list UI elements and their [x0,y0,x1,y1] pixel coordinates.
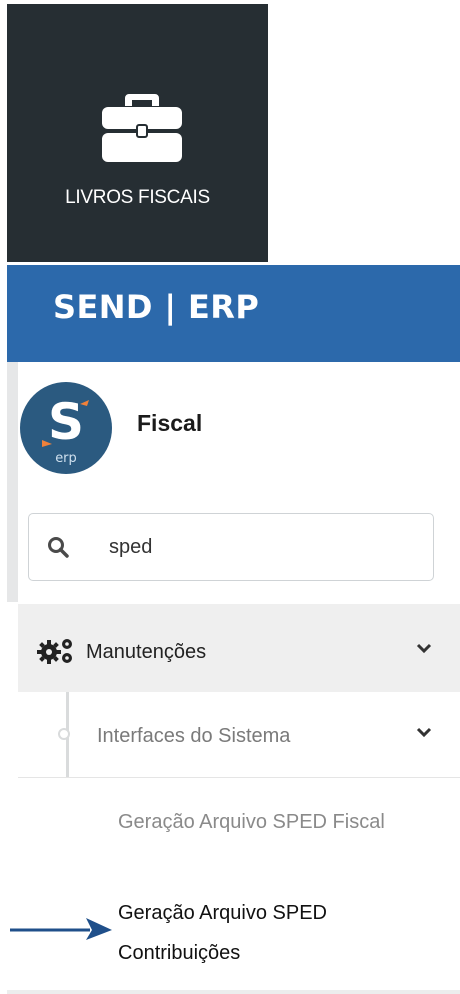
search-icon [48,537,69,558]
search-input[interactable] [109,533,409,561]
tile-label: LIVROS FISCAIS [65,187,210,208]
svg-text:erp: erp [55,451,77,466]
menu-item-label-line2: Contribuições [118,942,241,964]
chevron-down-icon[interactable] [416,726,432,738]
send-erp-logo-icon: S erp [20,382,112,474]
divider [18,777,460,778]
svg-text:S: S [48,393,84,451]
search-box[interactable] [28,513,434,581]
menu-item-sped-contribuicoes[interactable]: Geração Arquivo SPED Contribuições [118,893,418,973]
gears-icon [37,639,72,664]
tree-node [58,728,70,740]
panel-edge [7,362,18,602]
app-header: SEND | ERP [7,265,460,362]
menu-item-manutencoes[interactable]: Manutenções [18,604,460,692]
pointer-arrow-icon [10,918,112,940]
menu-item-label: Manutenções [86,641,207,663]
submenu-label[interactable]: Interfaces do Sistema [97,725,290,748]
app-title: SEND | ERP [53,288,260,326]
panel-bottom-edge [7,990,460,994]
module-name: Fiscal [137,410,203,436]
chevron-down-icon[interactable] [416,642,432,654]
menu-item-sped-fiscal[interactable]: Geração Arquivo SPED Fiscal [118,811,385,834]
livros-fiscais-tile[interactable]: LIVROS FISCAIS [7,4,268,262]
briefcase-icon [102,94,182,162]
module-logo: S erp [20,382,112,474]
menu-item-label-line1: Geração Arquivo SPED [118,902,327,924]
